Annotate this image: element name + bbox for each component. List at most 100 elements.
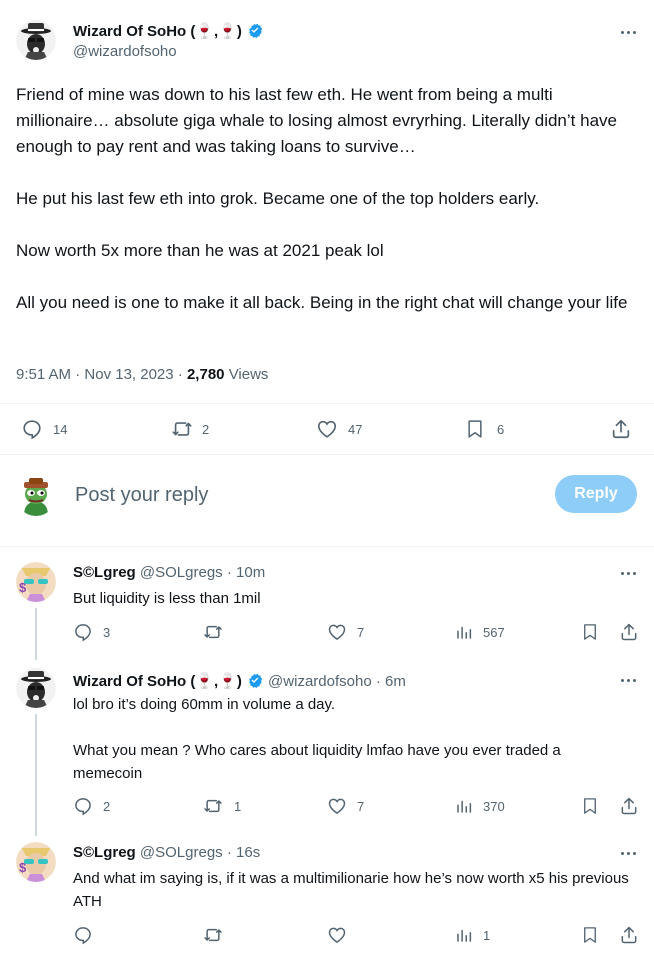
like-count: 7 bbox=[357, 798, 365, 814]
reply-text: And what im saying is, if it was a multi… bbox=[73, 867, 633, 913]
tweet-paragraph: Now worth 5x more than he was at 2021 pe… bbox=[16, 241, 384, 260]
like-action[interactable]: 7 bbox=[327, 622, 364, 642]
tweet-meta: 9:51 AM · Nov 13, 2023 · 2,780 Views bbox=[16, 366, 268, 383]
divider bbox=[0, 454, 654, 455]
reply-count: 14 bbox=[53, 421, 68, 437]
repost-action[interactable]: 1 bbox=[202, 796, 241, 816]
tweet-paragraph: All you need is one to make it all back.… bbox=[16, 293, 628, 312]
reply-author-name[interactable]: Wizard Of SoHo (🍷,🍷) bbox=[73, 673, 242, 690]
heart-icon bbox=[328, 798, 346, 814]
reply-icon bbox=[75, 927, 91, 945]
verified-badge-icon bbox=[246, 671, 264, 689]
reply-input[interactable]: Post your reply bbox=[75, 484, 208, 507]
reply-author-handle[interactable]: @SOLgregs bbox=[140, 564, 223, 581]
more-options-icon[interactable] bbox=[615, 843, 641, 863]
reply-age[interactable]: 10m bbox=[236, 564, 265, 581]
reply-age[interactable]: 16s bbox=[236, 844, 260, 861]
heart-icon bbox=[328, 624, 346, 640]
reply-count: 2 bbox=[103, 798, 111, 814]
share-action[interactable] bbox=[619, 796, 639, 816]
wizard-avatar-image bbox=[16, 20, 56, 60]
header-separator: · bbox=[226, 844, 232, 861]
bookmark-action[interactable] bbox=[581, 925, 599, 945]
reply-age[interactable]: 6m bbox=[385, 673, 406, 690]
repost-count: 1 bbox=[234, 798, 242, 814]
reply-author-name[interactable]: S©Lgreg bbox=[73, 844, 136, 861]
reply-icon bbox=[75, 798, 91, 816]
reply-button[interactable]: Reply bbox=[555, 475, 637, 513]
repost-action[interactable] bbox=[202, 925, 224, 945]
more-options-icon[interactable] bbox=[615, 563, 641, 583]
reply-author-name[interactable]: S©Lgreg bbox=[73, 564, 136, 581]
heart-icon bbox=[328, 927, 346, 943]
verified-badge-icon bbox=[246, 21, 264, 39]
bookmark-count: 6 bbox=[497, 421, 505, 437]
tweet-paragraph: Friend of mine was down to his last few … bbox=[16, 85, 617, 156]
views-label: Views bbox=[228, 366, 269, 383]
reply-author-handle[interactable]: @SOLgregs bbox=[140, 844, 223, 861]
header-separator: · bbox=[375, 673, 381, 690]
share-action[interactable] bbox=[610, 418, 632, 440]
current-user-avatar[interactable] bbox=[16, 476, 56, 516]
reply-action[interactable] bbox=[73, 925, 93, 945]
author-name[interactable]: Wizard Of SoHo (🍷,🍷) bbox=[73, 21, 264, 40]
like-action[interactable]: 7 bbox=[327, 796, 364, 816]
reply-paragraph: But liquidity is less than 1mil bbox=[73, 590, 261, 607]
analytics-icon bbox=[457, 626, 472, 639]
more-options-icon[interactable] bbox=[615, 670, 641, 690]
repost-count: 2 bbox=[202, 421, 210, 437]
solgreg-avatar-image: $ bbox=[16, 562, 56, 602]
reply-avatar[interactable] bbox=[16, 668, 56, 708]
tweet-date[interactable]: Nov 13, 2023 bbox=[84, 366, 173, 383]
tweet-body: Friend of mine was down to his last few … bbox=[16, 82, 628, 342]
like-action[interactable]: 47 bbox=[316, 418, 362, 440]
reply-header: S©Lgreg @SOLgregs · 10m bbox=[73, 564, 265, 581]
bookmark-action[interactable]: 6 bbox=[465, 418, 504, 440]
author-handle[interactable]: @wizardofsoho bbox=[73, 43, 264, 60]
author-avatar[interactable] bbox=[16, 20, 56, 60]
views-count: 370 bbox=[483, 798, 505, 814]
meta-separator: · bbox=[75, 366, 81, 383]
repost-icon bbox=[172, 422, 192, 436]
analytics-icon bbox=[457, 800, 472, 813]
author-name-text[interactable]: Wizard Of SoHo (🍷,🍷) bbox=[73, 23, 242, 40]
reply-avatar[interactable]: $ bbox=[16, 842, 56, 882]
tweet-time[interactable]: 9:51 AM bbox=[16, 366, 71, 383]
views-action[interactable]: 370 bbox=[455, 796, 505, 816]
views-action[interactable]: 567 bbox=[455, 622, 505, 642]
share-action[interactable] bbox=[619, 622, 639, 642]
share-action[interactable] bbox=[619, 925, 639, 945]
author-info: Wizard Of SoHo (🍷,🍷) @wizardofsoho bbox=[73, 21, 264, 60]
analytics-icon bbox=[457, 929, 472, 942]
reply-icon bbox=[75, 624, 91, 642]
divider bbox=[0, 546, 654, 547]
thread-line bbox=[35, 714, 37, 836]
reply-icon bbox=[23, 420, 41, 440]
reply-action[interactable]: 3 bbox=[73, 622, 110, 642]
wizard-avatar-image bbox=[16, 668, 56, 708]
repost-action[interactable]: 2 bbox=[170, 418, 209, 440]
reply-text: lol bro it’s doing 60mm in volume a day.… bbox=[73, 693, 623, 785]
meta-separator: · bbox=[177, 366, 183, 383]
svg-text:$: $ bbox=[19, 860, 27, 875]
share-icon bbox=[621, 797, 637, 815]
bookmark-action[interactable] bbox=[581, 622, 599, 642]
reply-paragraph: And what im saying is, if it was a multi… bbox=[73, 870, 629, 910]
views-action[interactable]: 1 bbox=[455, 925, 490, 945]
share-icon bbox=[621, 926, 637, 944]
repost-action[interactable] bbox=[202, 622, 234, 642]
bookmark-action[interactable] bbox=[581, 796, 599, 816]
repost-icon bbox=[204, 928, 222, 942]
heart-icon bbox=[317, 420, 337, 438]
reply-action[interactable]: 14 bbox=[21, 418, 67, 440]
views-count: 567 bbox=[483, 624, 505, 640]
reply-action[interactable]: 2 bbox=[73, 796, 110, 816]
reply-author-handle[interactable]: @wizardofsoho bbox=[268, 673, 372, 690]
solgreg-avatar-image: $ bbox=[16, 842, 56, 882]
reply-header: Wizard Of SoHo (🍷,🍷) @wizardofsoho · 6m bbox=[73, 671, 406, 690]
like-action[interactable] bbox=[327, 925, 347, 945]
divider bbox=[0, 403, 654, 404]
like-count: 7 bbox=[357, 624, 365, 640]
reply-avatar[interactable]: $ bbox=[16, 562, 56, 602]
more-options-icon[interactable] bbox=[615, 22, 641, 42]
